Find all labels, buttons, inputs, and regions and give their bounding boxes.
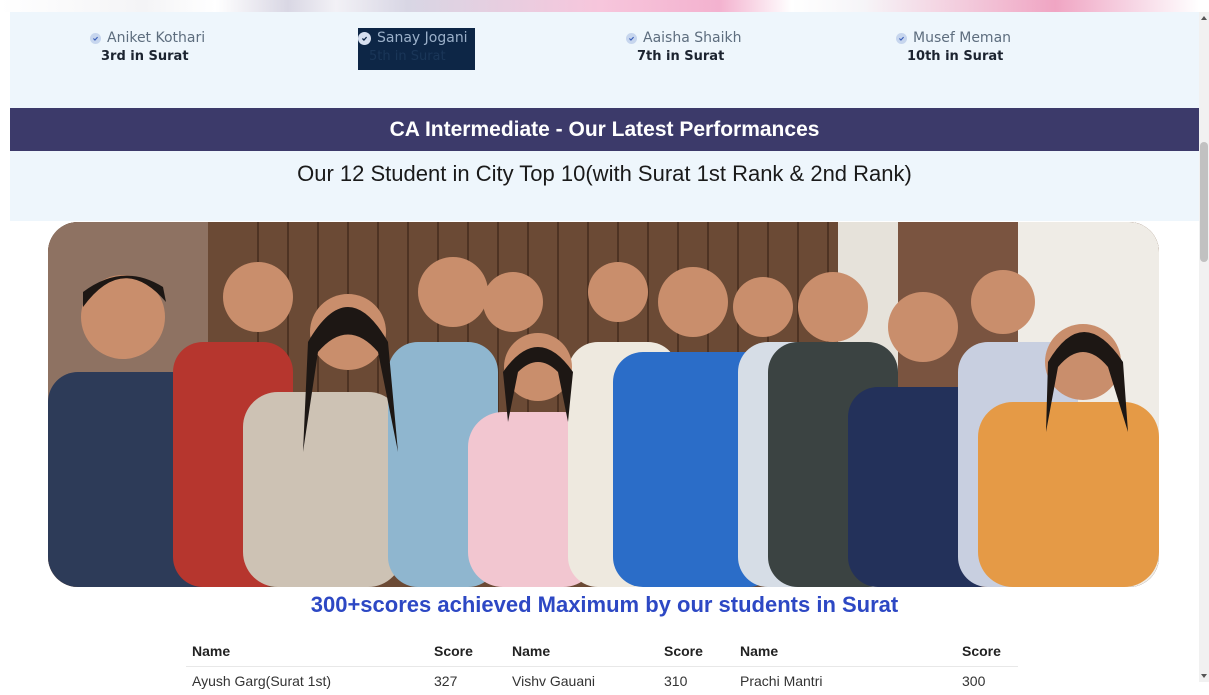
scores-table: Name Score Name Score Name Score Ayush G… — [186, 636, 1018, 695]
topper-name: Aniket Kothari — [107, 30, 205, 46]
table-cell: Prachi Mantri — [734, 667, 956, 695]
section-subtitle: Our 12 Student in City Top 10(with Surat… — [10, 161, 1199, 187]
topper-rank: 5th in Surat — [358, 49, 475, 64]
check-icon — [358, 32, 371, 45]
table-cell: 327 — [428, 667, 506, 695]
group-photo — [48, 222, 1159, 587]
top-image-strip — [0, 0, 1199, 12]
page-scrollbar[interactable] — [1199, 12, 1209, 682]
column-header: Score — [956, 636, 1018, 667]
scroll-down-icon[interactable] — [1201, 674, 1207, 678]
table-row: Ayush Garg(Surat 1st) 327 Vishv Gauani 3… — [186, 667, 1018, 695]
topper-card-selected: Sanay Jogani 5th in Surat — [358, 28, 475, 70]
column-header: Score — [428, 636, 506, 667]
max-score-heading: 300+scores achieved Maximum by our stude… — [0, 592, 1209, 618]
table-cell: Ayush Garg(Surat 1st) — [186, 667, 428, 695]
column-header: Name — [734, 636, 956, 667]
toppers-panel: Aniket Kothari 3rd in Surat Sanay Jogani… — [10, 12, 1199, 108]
check-icon — [90, 33, 101, 44]
topper-card: Musef Meman 10th in Surat — [896, 28, 1011, 64]
topper-name: Musef Meman — [913, 30, 1011, 46]
topper-card: Aaisha Shaikh 7th in Surat — [626, 28, 741, 64]
topper-rank: 3rd in Surat — [90, 49, 205, 64]
table-cell: 300 — [956, 667, 1018, 695]
topper-name: Sanay Jogani — [377, 30, 468, 46]
column-header: Score — [658, 636, 734, 667]
banner-title: CA Intermediate - Our Latest Performance… — [390, 118, 820, 142]
scroll-up-icon[interactable] — [1201, 16, 1207, 20]
table-header-row: Name Score Name Score Name Score — [186, 636, 1018, 667]
group-photo-illustration — [48, 222, 1159, 587]
topper-rank: 10th in Surat — [896, 49, 1011, 64]
section-banner: CA Intermediate - Our Latest Performance… — [10, 108, 1199, 151]
scrollbar-thumb[interactable] — [1200, 142, 1208, 262]
topper-rank: 7th in Surat — [626, 49, 741, 64]
column-header: Name — [506, 636, 658, 667]
topper-name: Aaisha Shaikh — [643, 30, 741, 46]
column-header: Name — [186, 636, 428, 667]
table-cell: Vishv Gauani — [506, 667, 658, 695]
table-cell: 310 — [658, 667, 734, 695]
topper-card: Aniket Kothari 3rd in Surat — [90, 28, 205, 64]
check-icon — [896, 33, 907, 44]
check-icon — [626, 33, 637, 44]
subtitle-section: Our 12 Student in City Top 10(with Surat… — [10, 151, 1199, 221]
